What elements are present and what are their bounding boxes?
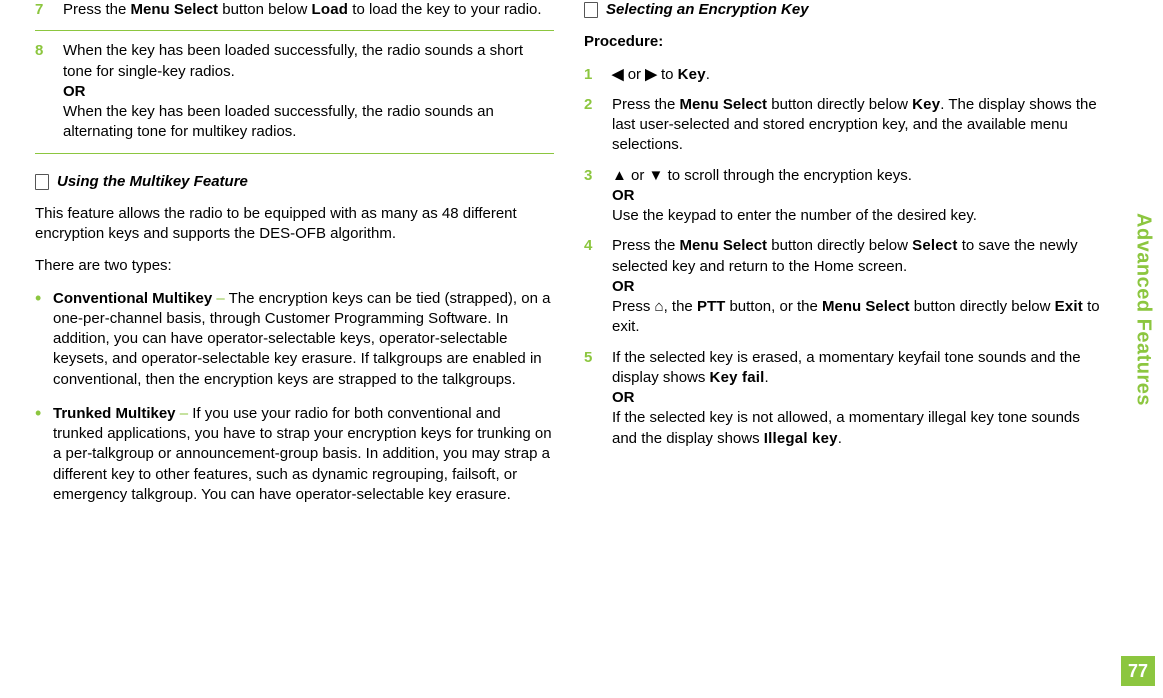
- step-8: 8 When the key has been loaded successfu…: [35, 41, 554, 142]
- text: button, or the: [725, 298, 822, 315]
- or-text: OR: [612, 389, 635, 406]
- text: .: [838, 430, 842, 447]
- right-arrow-icon: ▶: [645, 66, 657, 83]
- step-1: 1 ◀ or ▶ to Key.: [584, 65, 1103, 85]
- ui-label: Illegal key: [764, 430, 838, 447]
- text: Press the: [63, 1, 131, 18]
- ui-label: Key: [678, 66, 706, 83]
- sidebar-text: Advanced Features: [1130, 213, 1157, 406]
- heading-text: Using the Multikey Feature: [57, 172, 248, 192]
- or-text: OR: [612, 278, 635, 295]
- dash: –: [176, 405, 193, 422]
- or-text: OR: [63, 83, 86, 100]
- bullet-dot: •: [35, 289, 53, 390]
- text: to load the key to your radio.: [348, 1, 541, 18]
- text: button directly below: [767, 237, 912, 254]
- step-text: ▲ or ▼ to scroll through the encryption …: [612, 166, 1103, 227]
- step-number: 2: [584, 95, 612, 156]
- document-icon: [584, 2, 598, 18]
- divider: [35, 153, 554, 154]
- up-arrow-icon: ▲: [612, 167, 627, 184]
- bullet-trunked: • Trunked Multikey – If you use your rad…: [35, 404, 554, 505]
- step-text: Press the Menu Select button below Load …: [63, 0, 554, 20]
- ui-label: Exit: [1055, 298, 1083, 315]
- or-text: OR: [612, 187, 635, 204]
- text: .: [706, 66, 710, 83]
- left-arrow-icon: ◀: [612, 66, 624, 83]
- text: to: [657, 66, 678, 83]
- document-icon: [35, 174, 49, 190]
- text: Press the: [612, 96, 680, 113]
- page-number: 77: [1121, 656, 1155, 686]
- text: If the selected key is not allowed, a mo…: [612, 409, 1080, 446]
- paragraph: There are two types:: [35, 256, 554, 276]
- heading-text: Selecting an Encryption Key: [606, 0, 809, 20]
- ui-label: Key fail: [710, 369, 765, 386]
- text: button directly below: [767, 96, 912, 113]
- divider: [35, 30, 554, 31]
- bullet-conventional: • Conventional Multikey – The encryption…: [35, 289, 554, 390]
- procedure-label: Procedure:: [584, 32, 1103, 52]
- step-text: Press the Menu Select button directly be…: [612, 95, 1103, 156]
- step-text: When the key has been loaded successfull…: [63, 41, 554, 142]
- bold-text: PTT: [697, 298, 725, 315]
- step-number: 1: [584, 65, 612, 85]
- step-7: 7 Press the Menu Select button below Loa…: [35, 0, 554, 20]
- step-number: 7: [35, 0, 63, 20]
- text: , the: [664, 298, 697, 315]
- text: When the key has been loaded successfull…: [63, 103, 494, 140]
- step-4: 4 Press the Menu Select button directly …: [584, 236, 1103, 337]
- text: or: [624, 66, 646, 83]
- down-arrow-icon: ▼: [649, 167, 664, 184]
- text: Press: [612, 298, 655, 315]
- text: button directly below: [910, 298, 1055, 315]
- ui-label: Select: [912, 237, 957, 254]
- step-2: 2 Press the Menu Select button directly …: [584, 95, 1103, 156]
- section-heading-multikey: Using the Multikey Feature: [35, 172, 554, 192]
- text: If the selected key is erased, a momenta…: [612, 349, 1081, 386]
- bullet-body: Conventional Multikey – The encryption k…: [53, 289, 554, 390]
- bullet-body: Trunked Multikey – If you use your radio…: [53, 404, 554, 505]
- ui-label: Key: [912, 96, 940, 113]
- step-3: 3 ▲ or ▼ to scroll through the encryptio…: [584, 166, 1103, 227]
- home-icon: [655, 298, 664, 315]
- step-text: ◀ or ▶ to Key.: [612, 65, 1103, 85]
- text: to scroll through the encryption keys.: [663, 167, 911, 184]
- bullet-title: Trunked Multikey: [53, 405, 176, 422]
- bullet-title: Conventional Multikey: [53, 290, 212, 307]
- step-number: 3: [584, 166, 612, 227]
- ui-label: Load: [311, 1, 348, 18]
- step-5: 5 If the selected key is erased, a momen…: [584, 348, 1103, 449]
- text: or: [627, 167, 649, 184]
- bold-text: Menu Select: [680, 237, 768, 254]
- left-column: 7 Press the Menu Select button below Loa…: [20, 0, 569, 698]
- section-heading-selecting: Selecting an Encryption Key: [584, 0, 1103, 20]
- bold-text: Menu Select: [822, 298, 910, 315]
- bullet-dot: •: [35, 404, 53, 505]
- text: When the key has been loaded successfull…: [63, 42, 523, 79]
- step-text: Press the Menu Select button directly be…: [612, 236, 1103, 337]
- step-text: If the selected key is erased, a momenta…: [612, 348, 1103, 449]
- right-column: Selecting an Encryption Key Procedure: 1…: [569, 0, 1143, 698]
- step-number: 5: [584, 348, 612, 449]
- bold-text: Menu Select: [131, 1, 219, 18]
- step-number: 4: [584, 236, 612, 337]
- step-number: 8: [35, 41, 63, 142]
- paragraph: This feature allows the radio to be equi…: [35, 204, 554, 245]
- dash: –: [212, 290, 228, 307]
- sidebar-section-label: Advanced Features: [1129, 20, 1157, 600]
- text: Press the: [612, 237, 680, 254]
- text: .: [765, 369, 769, 386]
- bold-text: Menu Select: [680, 96, 768, 113]
- text: button below: [218, 1, 311, 18]
- text: Use the keypad to enter the number of th…: [612, 207, 977, 224]
